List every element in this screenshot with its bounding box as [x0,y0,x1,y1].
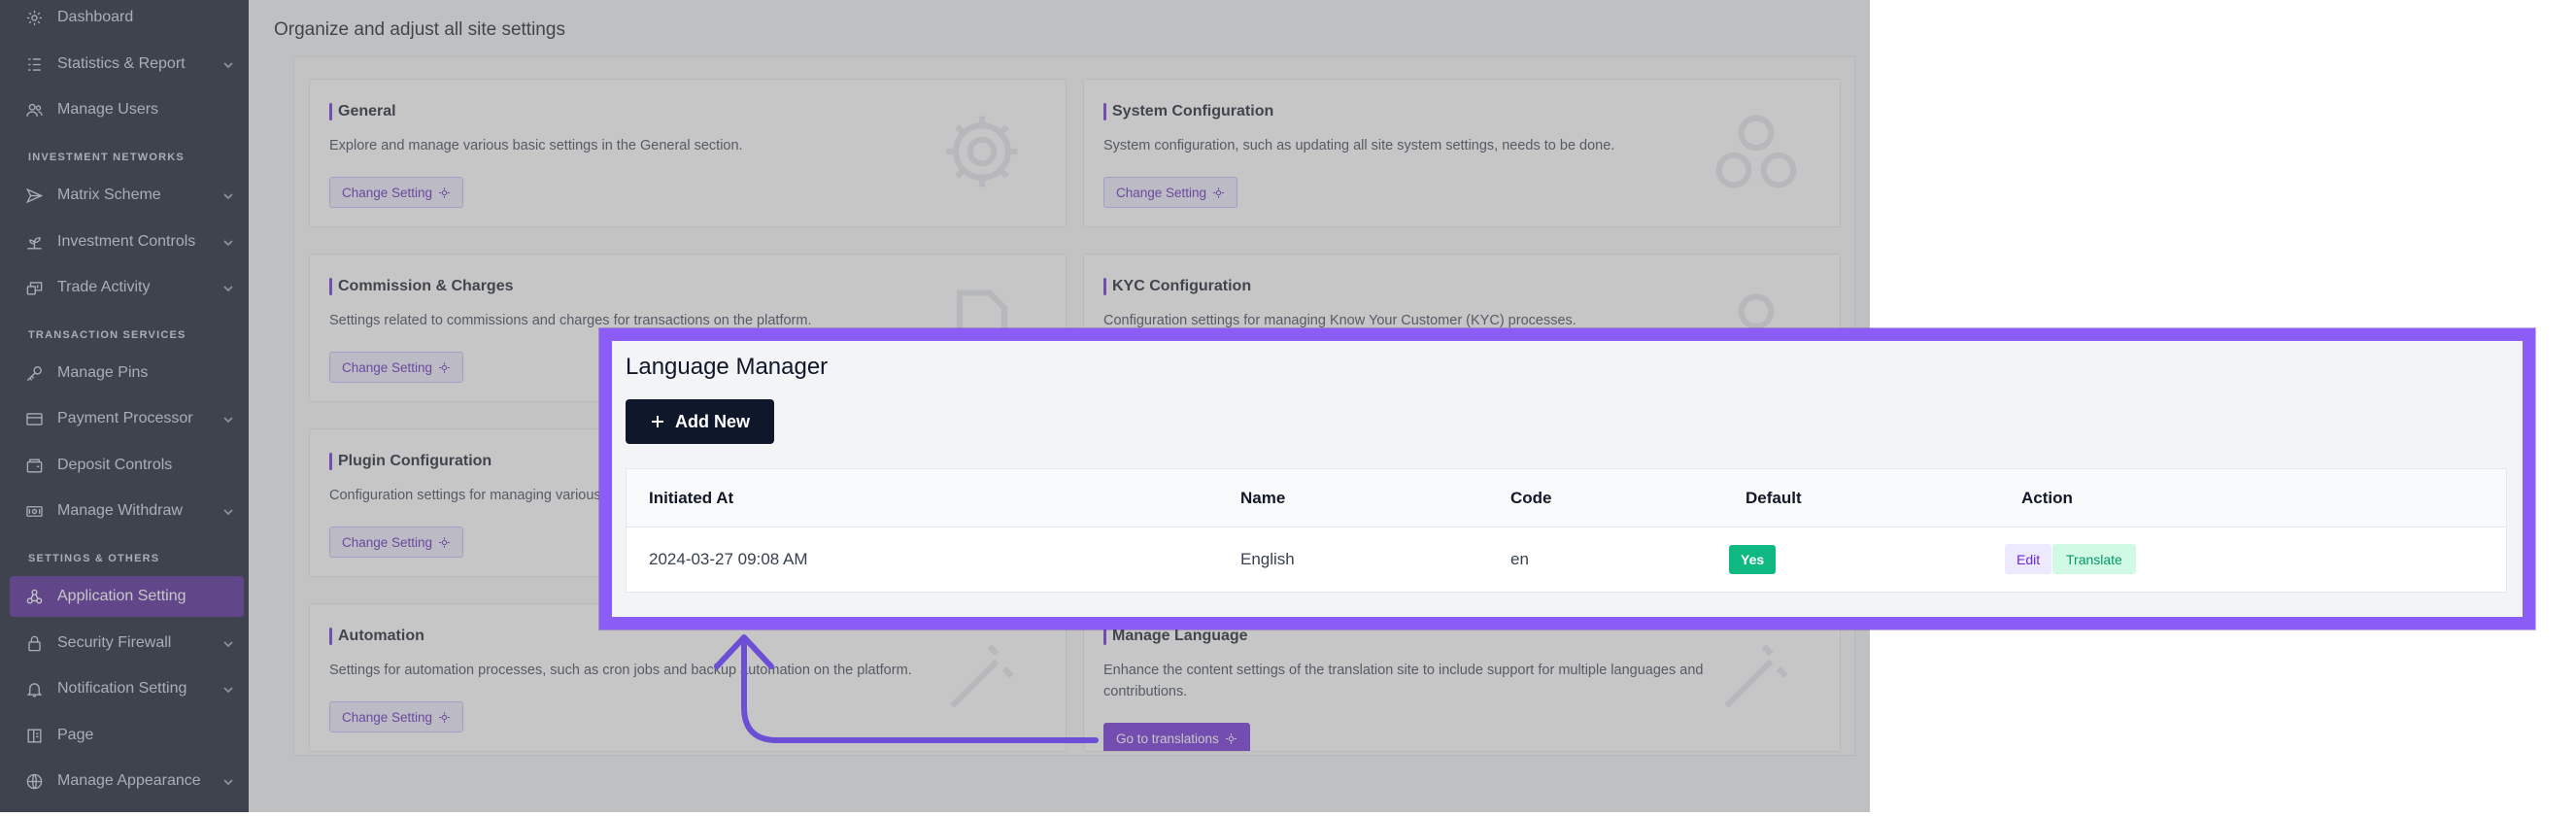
name-cell: English [1240,550,1295,568]
plus-icon [651,416,663,427]
button-label: Add New [674,411,750,431]
table-header: Initiated At Name Code Default Action [627,469,2506,528]
table-row: 2024-03-27 09:08 AM English en Yes Edit … [627,528,2506,592]
column-header: Action [2021,489,2073,507]
column-header: Name [1240,489,1286,507]
language-manager-title: Language Manager [626,354,829,380]
edit-button[interactable]: Edit [2005,544,2052,574]
column-header: Initiated At [649,489,734,507]
column-header: Default [1746,489,1802,507]
translate-button[interactable]: Translate [2052,544,2136,574]
add-new-button[interactable]: Add New [626,399,774,444]
initiated-at-cell: 2024-03-27 09:08 AM [649,550,808,568]
column-header: Code [1510,489,1552,507]
language-table: Initiated At Name Code Default Action 20… [626,468,2507,593]
code-cell: en [1510,550,1529,568]
language-manager-panel: Language Manager Add New Initiated At Na… [599,328,2535,630]
default-badge: Yes [1729,545,1777,574]
